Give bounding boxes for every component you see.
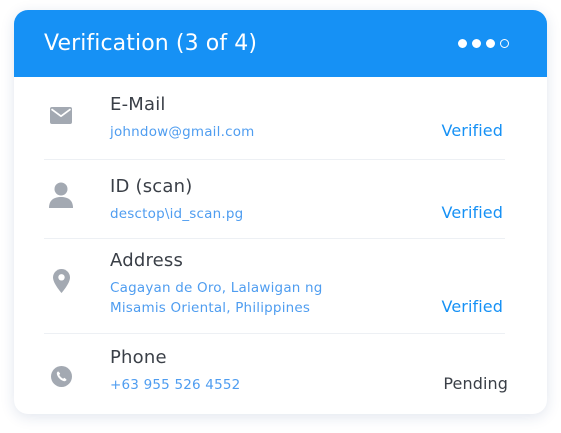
verification-row-address[interactable]: Address Cagayan de Oro, Lalawigan ng Mis…: [44, 239, 505, 334]
step-indicator: [458, 39, 509, 48]
status-badge: Pending: [443, 374, 508, 393]
verification-list: E-Mail johndow@gmail.com Verified ID (sc…: [14, 77, 547, 414]
row-value: Cagayan de Oro, Lalawigan ng Misamis Ori…: [110, 278, 323, 318]
phone-icon: [44, 366, 78, 387]
verification-row-email[interactable]: E-Mail johndow@gmail.com Verified: [44, 77, 505, 160]
address-line-1: Cagayan de Oro, Lalawigan ng: [110, 280, 323, 296]
row-value: johndow@gmail.com: [110, 124, 255, 140]
step-dot-complete: [486, 39, 495, 48]
row-label: Phone: [110, 347, 167, 368]
verification-row-id[interactable]: ID (scan) desctop\id_scan.pg Verified: [44, 160, 505, 239]
card-header: Verification (3 of 4): [14, 10, 547, 77]
address-line-2: Misamis Oriental, Philippines: [110, 300, 311, 316]
row-label: E-Mail: [110, 94, 166, 115]
verification-card: Verification (3 of 4) E-Mail johndow@gma…: [14, 10, 547, 414]
row-label: ID (scan): [110, 176, 193, 197]
step-dot-complete: [458, 39, 467, 48]
person-icon: [44, 182, 78, 208]
status-badge: Verified: [441, 297, 503, 316]
row-value: +63 955 526 4552: [110, 377, 241, 393]
row-value: desctop\id_scan.pg: [110, 206, 244, 222]
step-dot-incomplete: [500, 39, 509, 48]
status-badge: Verified: [441, 121, 503, 140]
row-label: Address: [110, 250, 184, 271]
envelope-icon: [44, 107, 78, 124]
step-dot-complete: [472, 39, 481, 48]
location-pin-icon: [44, 269, 78, 293]
card-title: Verification (3 of 4): [44, 31, 258, 56]
verification-row-phone[interactable]: Phone +63 955 526 4552 Pending: [44, 334, 508, 414]
status-badge: Verified: [441, 203, 503, 222]
